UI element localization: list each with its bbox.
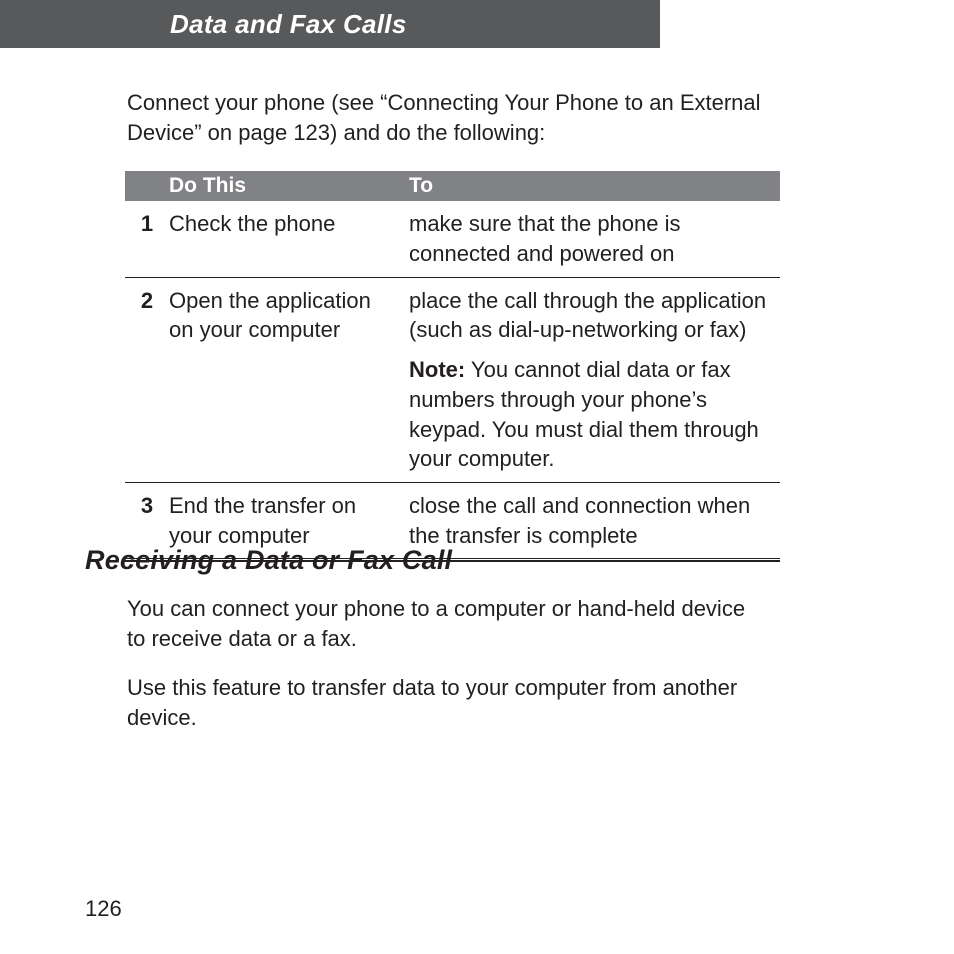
chapter-header-bar: Data and Fax Calls (0, 0, 660, 48)
step-to: make sure that the phone is connected an… (409, 201, 780, 277)
step-note: Note: You cannot dial data or fax number… (409, 355, 772, 474)
col-header-blank (125, 171, 169, 201)
step-do: Open the application on your computer (169, 277, 409, 482)
body-content: Connect your phone (see “Connecting Your… (127, 88, 762, 562)
step-to-text: place the call through the application (… (409, 288, 766, 343)
steps-table: Do This To 1 Check the phone make sure t… (125, 171, 780, 558)
note-label: Note: (409, 357, 465, 382)
section-receiving: Receiving a Data or Fax Call You can con… (85, 545, 785, 753)
col-header-do-this: Do This (169, 171, 409, 201)
intro-paragraph: Connect your phone (see “Connecting Your… (127, 88, 762, 147)
section-paragraph: Use this feature to transfer data to you… (127, 673, 757, 732)
step-number: 1 (125, 201, 169, 277)
step-do: Check the phone (169, 201, 409, 277)
page: Data and Fax Calls Connect your phone (s… (0, 0, 954, 954)
section-heading: Receiving a Data or Fax Call (85, 545, 785, 576)
page-number: 126 (85, 896, 122, 922)
chapter-title: Data and Fax Calls (170, 9, 407, 40)
table-header-row: Do This To (125, 171, 780, 201)
table-row: 2 Open the application on your computer … (125, 277, 780, 482)
step-to: place the call through the application (… (409, 277, 780, 482)
section-paragraph: You can connect your phone to a computer… (127, 594, 757, 653)
col-header-do-this-label: Do This (169, 174, 246, 197)
col-header-to: To (409, 171, 780, 201)
step-number: 2 (125, 277, 169, 482)
table-row: 1 Check the phone make sure that the pho… (125, 201, 780, 277)
